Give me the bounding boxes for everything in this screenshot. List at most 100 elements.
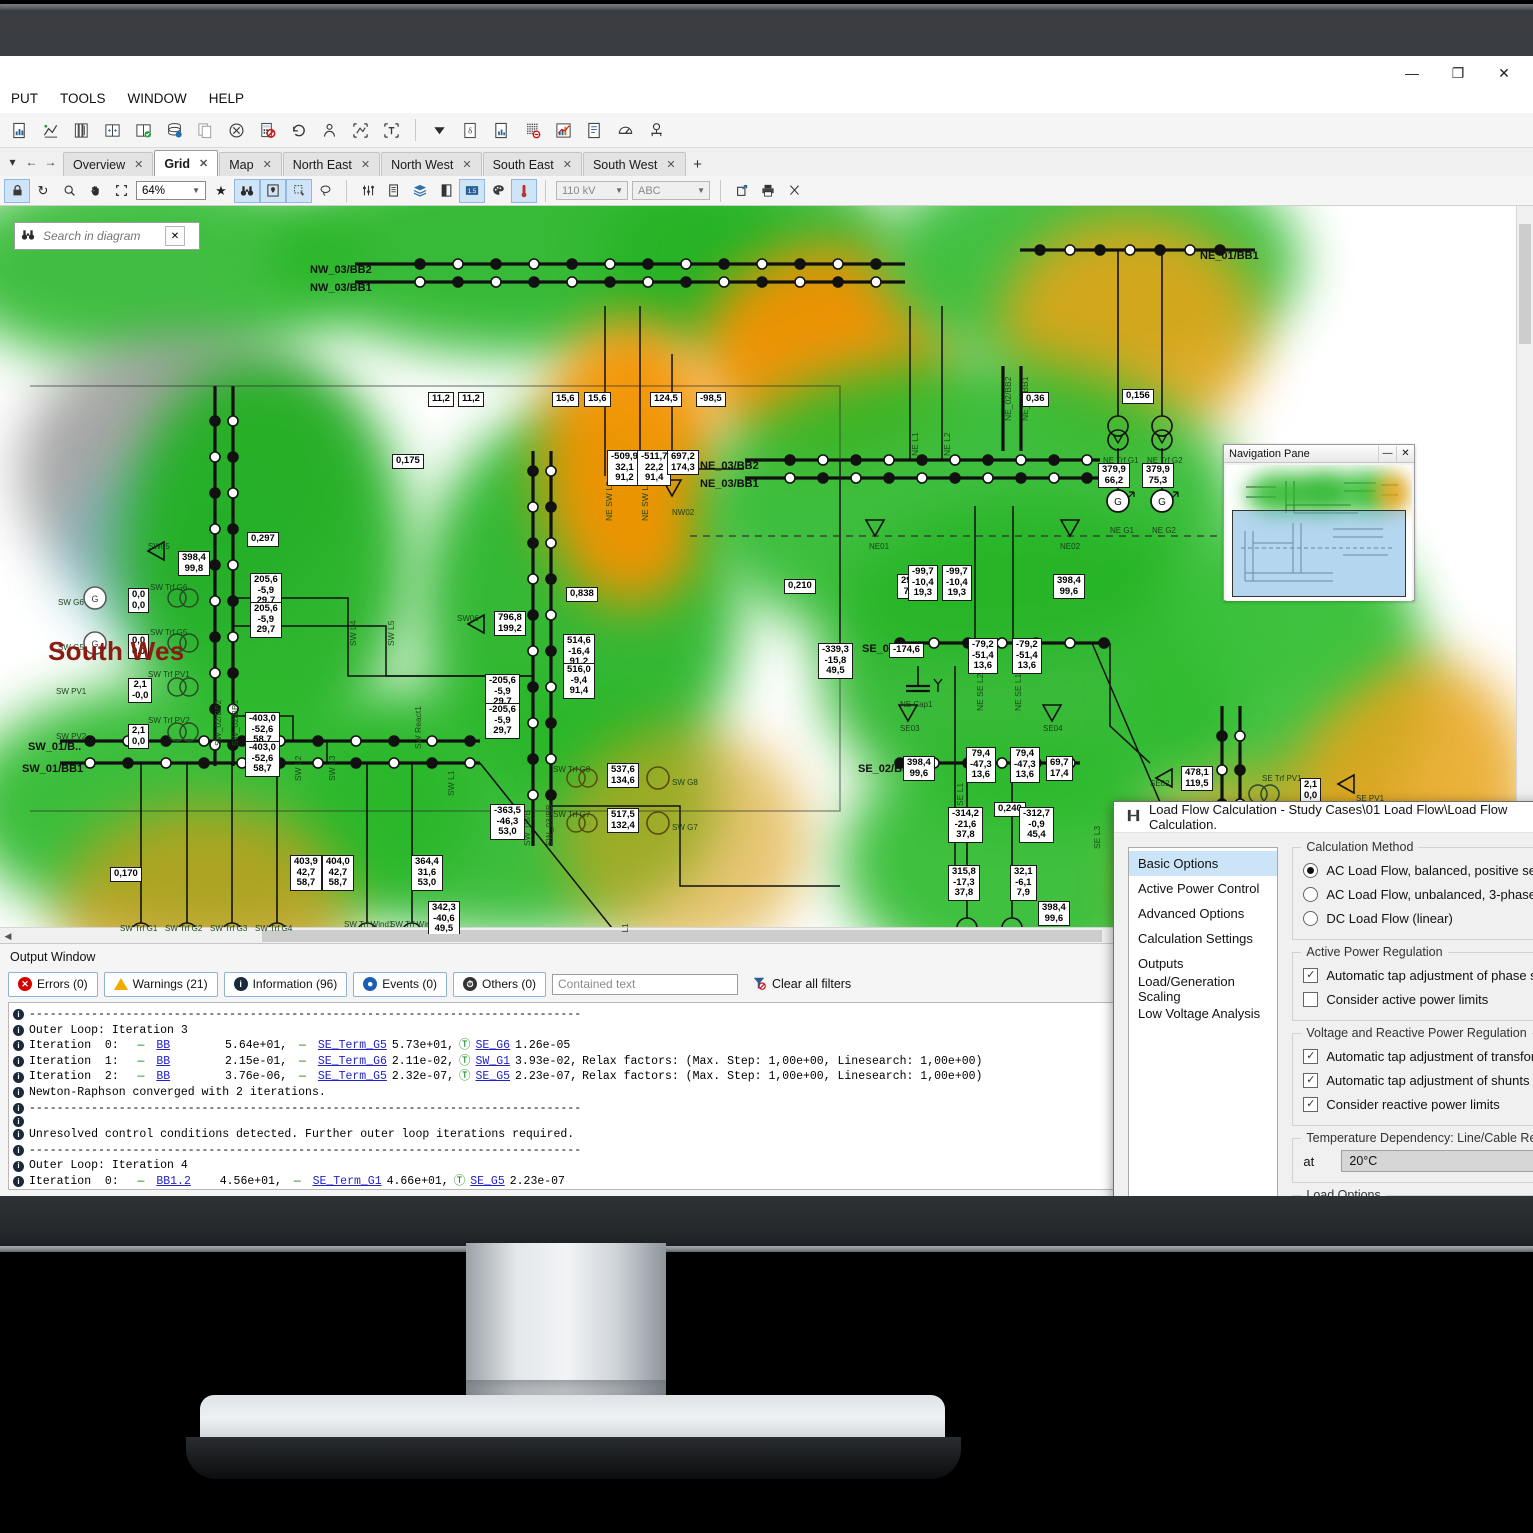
navigation-pane-close-icon[interactable]: ✕ bbox=[1396, 445, 1414, 462]
magnifier-icon[interactable] bbox=[56, 179, 82, 203]
option-row[interactable]: ✓ Automatic tap adjustment of shunts bbox=[1303, 1068, 1533, 1092]
filter-event[interactable]: ⏺ Events (0) bbox=[353, 971, 447, 997]
library-icon[interactable] bbox=[66, 116, 96, 144]
search-input[interactable] bbox=[41, 228, 165, 244]
filter-error[interactable]: ✕ Errors (0) bbox=[8, 971, 98, 997]
user-icon[interactable] bbox=[314, 116, 344, 144]
tab-list-chevron-down-icon[interactable]: ▾ bbox=[3, 150, 22, 174]
dialog-nav-outputs[interactable]: Outputs bbox=[1129, 951, 1277, 976]
scale-icon[interactable]: 1.5 bbox=[459, 178, 485, 203]
log-generator-link[interactable]: SE_G6 bbox=[476, 1038, 511, 1054]
tab-back-arrow-icon[interactable]: ← bbox=[22, 150, 41, 174]
voltage-level-select[interactable]: 110 kV ▼ bbox=[556, 181, 628, 200]
report-icon[interactable] bbox=[486, 116, 516, 144]
option-row[interactable]: ✓ Consider reactive power limits bbox=[1303, 1092, 1533, 1116]
new-curve-icon[interactable] bbox=[35, 116, 65, 144]
deactivate-icon[interactable] bbox=[221, 116, 251, 144]
navigation-pane-minimize-icon[interactable]: — bbox=[1378, 445, 1396, 462]
radio-button[interactable] bbox=[1303, 886, 1319, 902]
option-row[interactable]: AC Load Flow, unbalanced, 3-phase ( bbox=[1303, 882, 1533, 906]
rubber-band-icon[interactable] bbox=[286, 178, 312, 203]
gauge-icon[interactable] bbox=[610, 116, 640, 144]
fit-page-icon[interactable] bbox=[108, 179, 134, 203]
scroll-thumb[interactable] bbox=[1519, 224, 1531, 344]
log-bus-link[interactable]: BB bbox=[156, 1038, 170, 1054]
calc-disabled-icon[interactable] bbox=[252, 116, 282, 144]
tab-close-icon[interactable]: ✕ bbox=[199, 157, 208, 170]
menu-item-tools[interactable]: TOOLS bbox=[49, 87, 117, 110]
dialog-nav-basic-options[interactable]: Basic Options bbox=[1129, 851, 1278, 876]
log-terminal-link[interactable]: SE_Term_G6 bbox=[318, 1054, 387, 1070]
new-case-icon[interactable] bbox=[97, 116, 127, 144]
new-report-icon[interactable] bbox=[4, 116, 34, 144]
tab-grid[interactable]: Grid ✕ bbox=[154, 150, 219, 176]
temperature-field[interactable]: 20°C bbox=[1341, 1150, 1533, 1172]
tab-close-icon[interactable]: ✕ bbox=[563, 158, 572, 171]
filter-info[interactable]: i Information (96) bbox=[223, 971, 348, 997]
print-icon[interactable] bbox=[755, 179, 781, 203]
palette-icon[interactable] bbox=[485, 179, 511, 203]
close-icon[interactable]: ✕ bbox=[165, 226, 185, 246]
network-icon[interactable] bbox=[641, 116, 671, 144]
thermometer-icon[interactable] bbox=[511, 178, 537, 203]
navigation-viewport-rect[interactable] bbox=[1232, 510, 1406, 597]
log-bus-link[interactable]: BB bbox=[156, 1054, 170, 1070]
log-generator-link[interactable]: SE_G5 bbox=[470, 1174, 505, 1189]
tab-forward-arrow-icon[interactable]: → bbox=[41, 150, 60, 174]
log-terminal-link[interactable]: SE_Term_G5 bbox=[318, 1038, 387, 1054]
log-terminal-link[interactable]: SE_Term_G1 bbox=[313, 1174, 382, 1189]
tab-north-east[interactable]: North East ✕ bbox=[282, 152, 381, 176]
tab-map[interactable]: Map ✕ bbox=[219, 152, 282, 176]
scroll-thumb[interactable] bbox=[262, 930, 1102, 942]
flexible-data-icon[interactable] bbox=[345, 116, 375, 144]
column-icon[interactable] bbox=[433, 179, 459, 203]
clear-all-filters-button[interactable]: Clear all filters bbox=[752, 976, 851, 993]
annotation-icon[interactable] bbox=[381, 179, 407, 203]
option-row[interactable]: ✓ Automatic tap adjustment of phase sh bbox=[1303, 963, 1533, 987]
add-tab-button[interactable]: + bbox=[687, 153, 709, 176]
dialog-nav-list[interactable]: Basic Options Active Power Control Advance… bbox=[1128, 847, 1279, 1196]
log-terminal-link[interactable]: SE_Term_G5 bbox=[318, 1069, 387, 1085]
sliders-icon[interactable] bbox=[355, 179, 381, 203]
tab-close-icon[interactable]: ✕ bbox=[361, 158, 370, 171]
tab-close-icon[interactable]: ✕ bbox=[462, 158, 471, 171]
lasso-icon[interactable] bbox=[312, 179, 338, 203]
dialog-nav-advanced-options[interactable]: Advanced Options bbox=[1129, 901, 1277, 926]
dialog-nav-load-generation-scaling[interactable]: Load/Generation Scaling bbox=[1129, 974, 1277, 1004]
option-row[interactable]: Consider active power limits bbox=[1303, 987, 1533, 1011]
filter-dropdown-icon[interactable] bbox=[424, 116, 454, 144]
menu-item-help[interactable]: HELP bbox=[198, 87, 255, 110]
tab-south-east[interactable]: South East ✕ bbox=[482, 152, 582, 176]
dialog-nav-low-voltage-analysis[interactable]: Low Voltage Analysis bbox=[1129, 1001, 1277, 1026]
checkbox[interactable] bbox=[1303, 991, 1319, 1007]
dialog-nav-calculation-settings[interactable]: Calculation Settings bbox=[1129, 926, 1277, 951]
menu-item-put[interactable]: PUT bbox=[0, 87, 49, 110]
filter-others[interactable]: ⏱ Others (0) bbox=[452, 971, 546, 997]
minimize-icon[interactable]: — bbox=[1389, 58, 1435, 88]
database-icon[interactable] bbox=[159, 116, 189, 144]
option-row[interactable]: ✓ Automatic tap adjustment of transfor bbox=[1303, 1044, 1533, 1068]
documentation-icon[interactable] bbox=[579, 116, 609, 144]
checkbox[interactable]: ✓ bbox=[1303, 1096, 1319, 1112]
log-generator-link[interactable]: SW_G1 bbox=[476, 1054, 511, 1070]
zoom-chevron-down-icon[interactable]: ▼ bbox=[192, 186, 205, 195]
navigation-pane-thumbnail[interactable] bbox=[1226, 465, 1412, 601]
tab-close-icon[interactable]: ✕ bbox=[134, 158, 143, 171]
cut-icon[interactable] bbox=[781, 179, 807, 203]
font-select[interactable]: ABC ▼ bbox=[632, 181, 710, 200]
checkbox[interactable]: ✓ bbox=[1303, 1048, 1319, 1064]
tab-south-west[interactable]: South West ✕ bbox=[582, 152, 686, 176]
filter-warning[interactable]: Warnings (21) bbox=[103, 971, 218, 997]
scroll-left-arrow-icon[interactable]: ◀ bbox=[0, 928, 16, 944]
tab-overview[interactable]: Overview ✕ bbox=[63, 152, 154, 176]
radio-button[interactable] bbox=[1303, 862, 1319, 878]
search-in-diagram-box[interactable]: ✕ bbox=[14, 222, 200, 250]
pin-icon[interactable] bbox=[260, 178, 286, 203]
refresh-icon[interactable]: ↻ bbox=[30, 179, 56, 203]
font-chevron-down-icon[interactable]: ▼ bbox=[697, 186, 709, 195]
menu-item-window[interactable]: WINDOW bbox=[117, 87, 198, 110]
navigation-pane[interactable]: Navigation Pane — ✕ bbox=[1223, 444, 1415, 601]
tab-close-icon[interactable]: ✕ bbox=[263, 158, 272, 171]
close-icon[interactable]: ✕ bbox=[1481, 58, 1527, 88]
variation-icon[interactable]: δ bbox=[455, 116, 485, 144]
